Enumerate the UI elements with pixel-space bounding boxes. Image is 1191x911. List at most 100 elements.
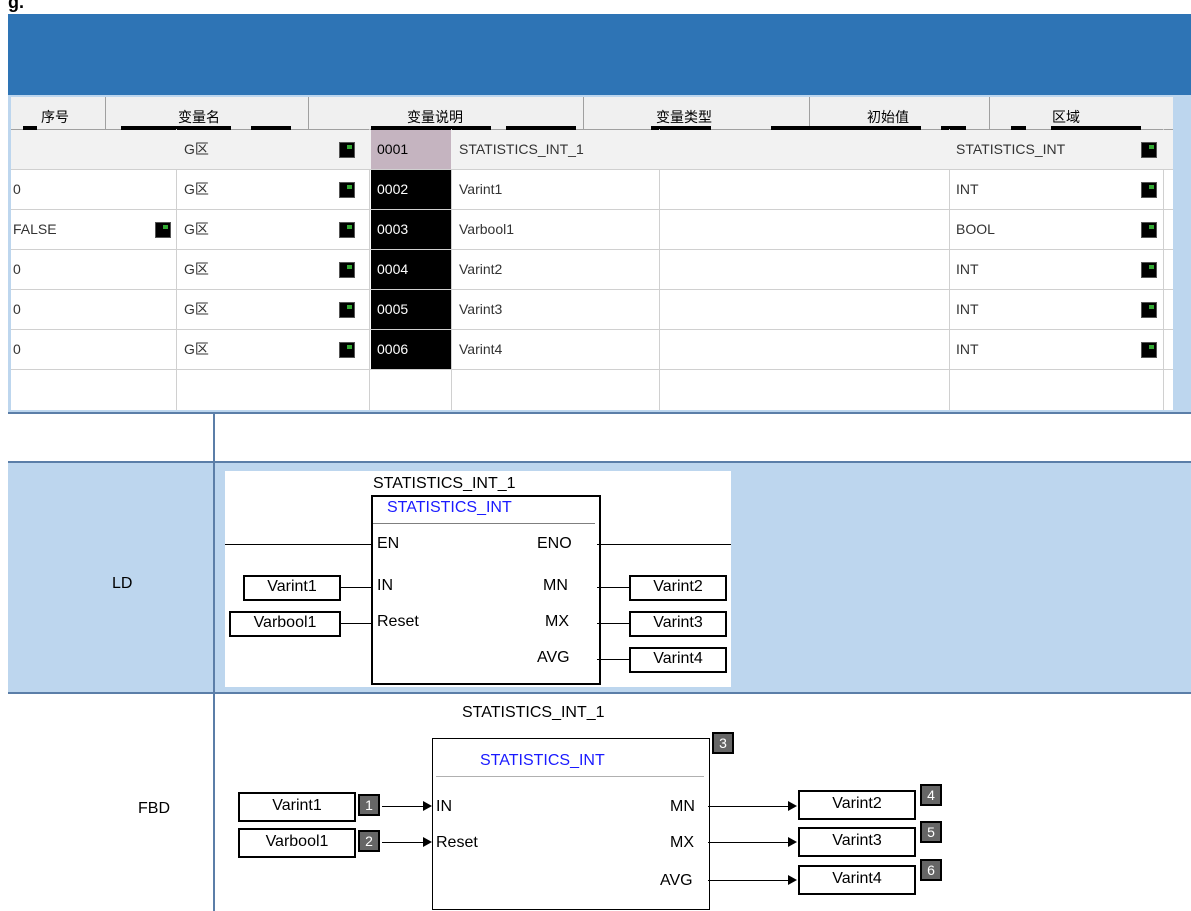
fbd-order-6: 6 (920, 859, 942, 881)
table-row[interactable]: 0 G区 0005 Varint3 INT (11, 290, 1173, 330)
section-mark: g. (8, 0, 24, 12)
variable-table-region: 序号 变量名 变量说明 变量类型 初始值 区域 G区 0001 STATISTI… (8, 95, 1191, 412)
table-row[interactable]: 0 G区 0004 Varint2 INT (11, 250, 1173, 290)
fbd-label: FBD (138, 800, 170, 817)
init-cell[interactable]: 0 (13, 170, 173, 209)
type-cell[interactable]: INT (956, 170, 1121, 209)
variable-table: 序号 变量名 变量说明 变量类型 初始值 区域 G区 0001 STATISTI… (11, 97, 1173, 410)
blank-header-row (8, 414, 1191, 461)
col-header-type[interactable]: 变量类型 (656, 107, 712, 127)
name-cell[interactable]: STATISTICS_INT_1 (459, 130, 654, 169)
ld-label-cell: LD (8, 463, 215, 692)
fbd-instance-name: STATISTICS_INT_1 (462, 704, 605, 721)
col-header-name[interactable]: 变量名 (178, 107, 220, 127)
ld-label: LD (112, 575, 133, 592)
type-dropdown-icon[interactable] (1141, 142, 1157, 158)
fbd-var-avg[interactable]: Varint4 (798, 865, 916, 895)
fbd-order-2: 2 (358, 830, 380, 852)
type-dropdown-icon[interactable] (1141, 342, 1157, 358)
area-cell[interactable]: G区 (184, 170, 284, 209)
id-cell[interactable]: 0001 (371, 130, 451, 169)
id-cell[interactable]: 0002 (371, 170, 451, 209)
desc-cell[interactable] (663, 290, 943, 329)
col-header-index[interactable]: 序号 (41, 107, 69, 127)
name-cell[interactable]: Varint3 (459, 290, 654, 329)
init-cell[interactable] (13, 130, 173, 169)
col-header-desc[interactable]: 变量说明 (407, 107, 463, 127)
ld-en-pin: EN (377, 535, 400, 552)
ld-var-avg[interactable]: Varint4 (629, 647, 727, 673)
table-row[interactable]: G区 0001 STATISTICS_INT_1 STATISTICS_INT (11, 130, 1173, 170)
ld-var-mn[interactable]: Varint2 (629, 575, 727, 601)
fbd-mn-pin: MN (670, 798, 695, 815)
id-cell[interactable]: 0005 (371, 290, 451, 329)
area-dropdown-icon[interactable] (339, 182, 355, 198)
ld-mn-pin: MN (543, 577, 568, 594)
init-cell[interactable]: 0 (13, 330, 173, 369)
desc-cell[interactable] (663, 170, 943, 209)
area-dropdown-icon[interactable] (339, 342, 355, 358)
fbd-in-pin: IN (436, 798, 452, 815)
name-cell[interactable]: Varint4 (459, 330, 654, 369)
name-cell[interactable]: Varint1 (459, 170, 654, 209)
area-dropdown-icon[interactable] (339, 262, 355, 278)
name-cell[interactable]: Varbool1 (459, 210, 654, 249)
fbd-reset-pin: Reset (436, 834, 478, 851)
type-cell[interactable]: INT (956, 330, 1121, 369)
arrow-icon (423, 837, 432, 847)
table-row[interactable]: FALSE G区 0003 Varbool1 BOOL (11, 210, 1173, 250)
desc-cell[interactable] (663, 250, 943, 289)
name-cell[interactable]: Varint2 (459, 250, 654, 289)
type-cell[interactable]: BOOL (956, 210, 1121, 249)
area-dropdown-icon[interactable] (339, 302, 355, 318)
area-cell[interactable]: G区 (184, 290, 284, 329)
id-cell[interactable]: 0006 (371, 330, 451, 369)
type-cell[interactable]: INT (956, 290, 1121, 329)
init-dropdown-icon[interactable] (155, 222, 171, 238)
area-cell[interactable]: G区 (184, 130, 284, 169)
area-dropdown-icon[interactable] (339, 222, 355, 238)
ld-block-type: STATISTICS_INT (387, 499, 512, 516)
area-cell[interactable]: G区 (184, 250, 284, 289)
fbd-label-cell: FBD (8, 694, 215, 911)
fbd-diagram: STATISTICS_INT_1 STATISTICS_INT 3 IN Res… (226, 700, 966, 910)
fbd-avg-pin: AVG (660, 872, 693, 889)
ld-var-reset[interactable]: Varbool1 (229, 611, 341, 637)
table-row[interactable]: 0 G区 0006 Varint4 INT (11, 330, 1173, 370)
init-cell[interactable]: FALSE (13, 210, 143, 249)
area-cell[interactable]: G区 (184, 210, 284, 249)
fbd-order-5: 5 (920, 821, 942, 843)
type-dropdown-icon[interactable] (1141, 262, 1157, 278)
type-dropdown-icon[interactable] (1141, 182, 1157, 198)
area-dropdown-icon[interactable] (339, 142, 355, 158)
arrow-icon (788, 801, 797, 811)
fbd-var-mx[interactable]: Varint3 (798, 827, 916, 857)
area-cell[interactable]: G区 (184, 330, 284, 369)
fbd-var-mn[interactable]: Varint2 (798, 790, 916, 820)
fbd-order-3: 3 (712, 732, 734, 754)
init-cell[interactable]: 0 (13, 290, 173, 329)
ld-var-in[interactable]: Varint1 (243, 575, 341, 601)
col-header-init[interactable]: 初始值 (867, 107, 909, 127)
type-cell[interactable]: INT (956, 250, 1121, 289)
id-cell[interactable]: 0004 (371, 250, 451, 289)
ld-var-mx[interactable]: Varint3 (629, 611, 727, 637)
arrow-icon (788, 837, 797, 847)
desc-cell[interactable] (663, 210, 943, 249)
type-dropdown-icon[interactable] (1141, 302, 1157, 318)
fbd-var-reset[interactable]: Varbool1 (238, 828, 356, 858)
arrow-icon (423, 801, 432, 811)
type-cell[interactable]: STATISTICS_INT (956, 130, 1121, 169)
table-header-band (8, 14, 1191, 95)
id-cell[interactable]: 0003 (371, 210, 451, 249)
fbd-var-in[interactable]: Varint1 (238, 792, 356, 822)
type-dropdown-icon[interactable] (1141, 222, 1157, 238)
table-row[interactable]: 0 G区 0002 Varint1 INT (11, 170, 1173, 210)
ld-diagram: STATISTICS_INT_1 STATISTICS_INT EN ENO I… (225, 471, 731, 687)
desc-cell[interactable] (663, 130, 943, 169)
ld-in-pin: IN (377, 577, 393, 594)
init-cell[interactable]: 0 (13, 250, 173, 289)
col-header-area[interactable]: 区域 (1052, 107, 1080, 127)
desc-cell[interactable] (663, 330, 943, 369)
fbd-mx-pin: MX (670, 834, 694, 851)
